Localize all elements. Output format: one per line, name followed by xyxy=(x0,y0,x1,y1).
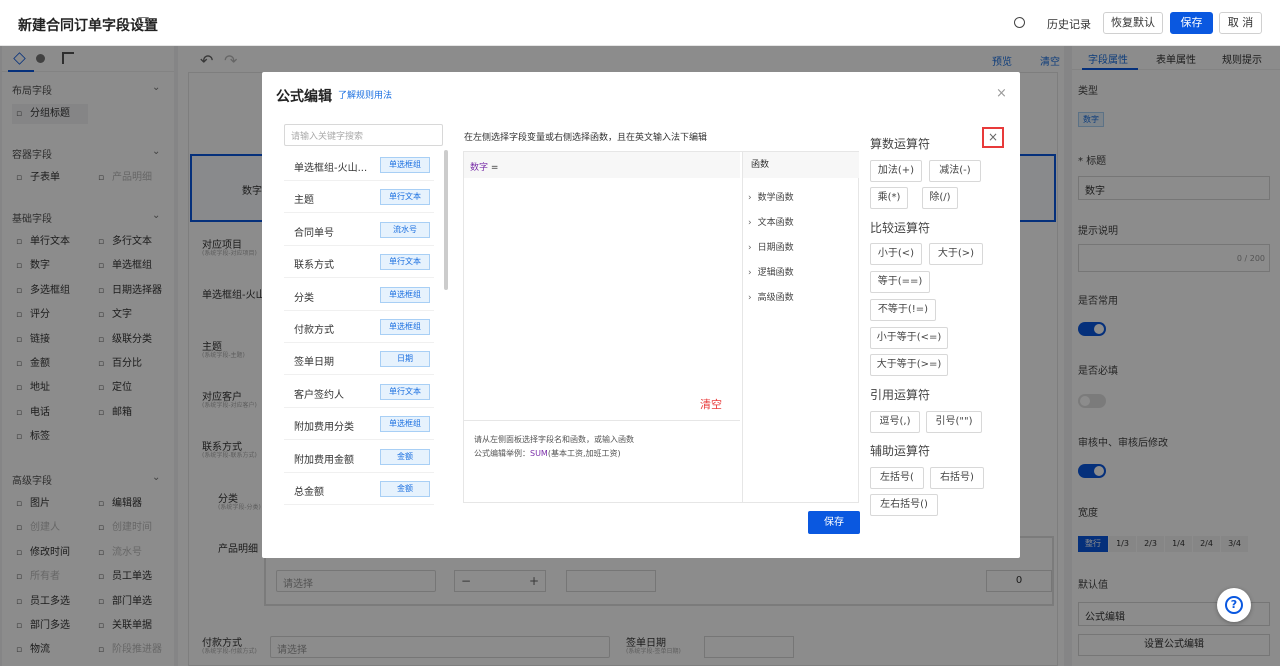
clear-formula-button[interactable]: 清空 xyxy=(700,396,722,412)
field-variable-name: 合同单号 xyxy=(294,227,334,239)
field-variable-name: 联系方式 xyxy=(294,260,334,272)
field-search-input[interactable]: 请输入关键字搜索 xyxy=(284,124,443,146)
field-variable-row[interactable]: 分类 单选框组 xyxy=(284,280,434,311)
field-variable-name: 单选框组-火山... xyxy=(294,163,368,174)
field-variable-row[interactable]: 主题 单行文本 xyxy=(284,182,434,214)
quote-title: 引用运算符 xyxy=(870,388,931,402)
dialog-close-icon[interactable]: × xyxy=(996,86,1007,101)
field-type-badge: 单行文本 xyxy=(380,254,430,271)
field-type-badge: 金额 xyxy=(380,448,430,465)
field-variable-name: 签单日期 xyxy=(294,357,334,369)
field-type-badge: 单选框组 xyxy=(380,416,430,433)
field-variable-row[interactable]: 客户签约人 单行文本 xyxy=(284,377,434,408)
field-type-badge: 单选框组 xyxy=(380,319,430,335)
field-variable-name: 总金额 xyxy=(294,487,324,498)
function-category[interactable]: 文本函数 xyxy=(748,215,794,228)
aux-title: 辅助运算符 xyxy=(870,444,931,458)
operator-button[interactable]: 左括号( xyxy=(870,467,924,489)
dialog-save-button[interactable]: 保存 xyxy=(808,511,860,534)
field-variable-name: 分类 xyxy=(294,292,314,304)
formula-field-token: 数字 xyxy=(470,163,489,173)
operator-button[interactable]: 引号("") xyxy=(926,411,982,433)
search-placeholder: 请输入关键字搜索 xyxy=(291,132,364,142)
formula-line: 数字 = xyxy=(464,152,740,178)
field-type-badge: 单行文本 xyxy=(380,383,430,400)
field-variable-name: 附加费用金额 xyxy=(294,454,354,466)
save-button[interactable]: 保存 xyxy=(1170,12,1213,34)
restore-default-button[interactable]: 恢复默认 xyxy=(1103,12,1163,34)
field-variable-row[interactable]: 联系方式 单行文本 xyxy=(284,247,434,279)
layout-icon[interactable] xyxy=(138,17,149,27)
field-variable-row[interactable]: 总金额 金额 xyxy=(284,474,434,505)
operator-button[interactable]: 等于(==) xyxy=(870,271,930,293)
cancel-button[interactable]: 取 消 xyxy=(1219,12,1262,34)
hint-line-1: 请从左侧面板选择字段名和函数，或输入函数 xyxy=(474,435,634,444)
field-variable-name: 附加费用分类 xyxy=(294,422,354,434)
operator-button[interactable]: 大于(>) xyxy=(929,243,983,265)
operator-panel-close-icon[interactable]: × xyxy=(982,127,1004,148)
operator-button[interactable]: 减法(-) xyxy=(929,160,981,182)
function-category[interactable]: 高级函数 xyxy=(748,290,794,303)
operator-button[interactable]: 不等于(!=) xyxy=(870,299,936,321)
field-variable-name: 主题 xyxy=(294,195,314,207)
field-type-badge: 日期 xyxy=(380,351,430,368)
field-variable-row[interactable]: 签单日期 日期 xyxy=(284,344,434,376)
help-button[interactable]: ? xyxy=(1217,588,1251,622)
function-category[interactable]: 数学函数 xyxy=(748,190,794,203)
field-list-scrollbar[interactable] xyxy=(444,150,448,290)
dialog-title: 公式编辑 xyxy=(276,89,332,105)
function-category[interactable]: 日期函数 xyxy=(748,240,794,253)
dialog-save-label: 保存 xyxy=(824,517,844,528)
hint-line-2: 公式编辑举例：SUM(基本工资,加班工资) xyxy=(474,449,621,458)
formula-editor-dialog: 公式编辑 了解规则用法 × 请输入关键字搜索 单选框组-火山... 单选框组 主题单… xyxy=(262,72,1020,558)
field-variable-name: 客户签约人 xyxy=(294,389,344,401)
field-type-badge: 单选框组 xyxy=(380,286,430,303)
field-variable-row[interactable]: 付款方式 单选框组 xyxy=(284,312,434,343)
operator-button[interactable]: 除(/) xyxy=(922,187,958,209)
operator-button[interactable]: 乘(*) xyxy=(870,187,908,209)
rules-help-link[interactable]: 了解规则用法 xyxy=(338,88,392,101)
field-variable-row[interactable]: 附加费用分类 单选框组 xyxy=(284,409,434,441)
operator-button[interactable]: 右括号) xyxy=(930,467,984,489)
operator-button[interactable]: 小于(<) xyxy=(870,243,922,265)
compare-title: 比较运算符 xyxy=(870,221,931,235)
history-link[interactable]: 历史记录 xyxy=(1047,16,1091,32)
question-icon: ? xyxy=(1225,596,1243,614)
instruction-text: 在左侧选择字段变量或右侧选择函数，且在英文输入法下编辑 xyxy=(464,133,708,143)
page-title: 新建合同订单字段设置 xyxy=(18,18,158,34)
operator-button[interactable]: 大于等于(>=) xyxy=(870,354,948,376)
arith-title: 算数运算符 xyxy=(870,137,931,151)
operator-button[interactable]: 左右括号() xyxy=(870,494,938,516)
operator-button[interactable]: 小于等于(<=) xyxy=(870,327,948,349)
formula-editor[interactable]: 数字 = 清空 请从左侧面板选择字段名和函数，或输入函数 公式编辑举例：SUM(… xyxy=(463,151,859,503)
field-type-badge: 单选框组 xyxy=(380,157,430,173)
field-type-badge: 金额 xyxy=(380,481,430,497)
operator-button[interactable]: 加法(+) xyxy=(870,160,922,182)
field-type-badge: 流水号 xyxy=(380,221,430,238)
function-panel: 函数 xyxy=(742,152,859,502)
field-variable-row[interactable]: 单选框组-火山... 单选框组 xyxy=(284,150,434,181)
formula-equals: = xyxy=(490,163,499,173)
field-type-badge: 单行文本 xyxy=(380,189,430,206)
field-variable-name: 付款方式 xyxy=(294,325,334,336)
field-variable-row[interactable]: 合同单号 流水号 xyxy=(284,215,434,246)
hint-area: 请从左侧面板选择字段名和函数，或输入函数 公式编辑举例：SUM(基本工资,加班工… xyxy=(464,420,740,502)
operator-button[interactable]: 逗号(,) xyxy=(870,411,920,433)
function-category[interactable]: 逻辑函数 xyxy=(748,265,794,278)
function-panel-header: 函数 xyxy=(743,152,859,178)
top-bar: 新建合同订单字段设置 历史记录 恢复默认 保存 取 消 xyxy=(0,0,1280,46)
preview-circle-icon[interactable] xyxy=(1014,17,1025,28)
field-variable-row[interactable]: 附加费用金额 金额 xyxy=(284,442,434,473)
